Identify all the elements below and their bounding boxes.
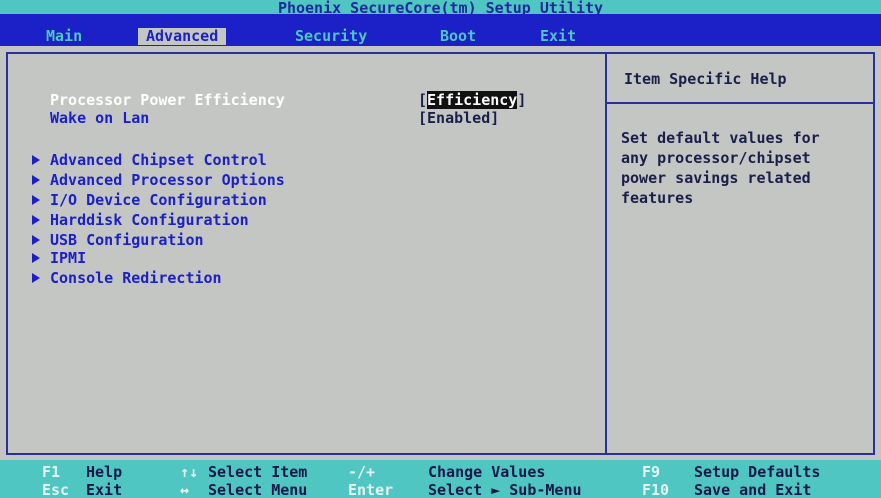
help-divider	[607, 102, 873, 104]
help-text: Set default values for any processor/chi…	[621, 129, 820, 207]
key-up-down: ↑↓	[180, 463, 199, 481]
submenu-arrow-icon	[32, 253, 40, 263]
bracket-open: [	[418, 91, 428, 109]
key-esc: Esc	[42, 481, 70, 498]
submenu-console-redirection[interactable]: Console Redirection	[32, 268, 222, 288]
submenu-arrow-icon	[32, 273, 40, 283]
key-legend-bar: F1 Help ↑↓ Select Item -/+ Change Values…	[0, 460, 881, 498]
submenu-usb-configuration[interactable]: USB Configuration	[32, 230, 204, 250]
key-f1: F1	[42, 463, 61, 481]
key-f1-desc: Help	[86, 463, 123, 481]
key-f9: F9	[642, 463, 661, 481]
submenu-label: I/O Device Configuration	[50, 191, 267, 209]
key-minus-plus: -/+	[348, 463, 376, 481]
menu-advanced[interactable]: Advanced	[138, 28, 227, 45]
key-f9-desc: Setup Defaults	[694, 463, 821, 481]
setting-value[interactable]: [Enabled]	[418, 108, 499, 128]
menu-exit[interactable]: Exit	[540, 28, 576, 45]
submenu-io-device-configuration[interactable]: I/O Device Configuration	[32, 190, 267, 210]
submenu-label: Advanced Chipset Control	[50, 151, 267, 169]
submenu-advanced-processor-options[interactable]: Advanced Processor Options	[32, 170, 285, 190]
key-enter-desc: Select ► Sub-Menu	[428, 481, 582, 498]
panel-divider	[605, 54, 607, 453]
submenu-arrow-icon	[32, 215, 40, 225]
submenu-label: Advanced Processor Options	[50, 171, 285, 189]
submenu-label: Console Redirection	[50, 269, 222, 287]
setting-label: Processor Power Efficiency	[50, 91, 285, 109]
bracket-close: ]	[490, 109, 500, 127]
selected-value[interactable]: Efficiency	[427, 91, 518, 109]
value-text: Enabled	[427, 109, 491, 127]
key-left-right-desc: Select Menu	[208, 481, 308, 498]
menu-bar: Main Advanced Security Boot Exit	[0, 14, 881, 46]
key-minus-plus-desc: Change Values	[428, 463, 546, 481]
submenu-label: USB Configuration	[50, 231, 204, 249]
key-up-down-desc: Select Item	[208, 463, 308, 481]
menu-boot[interactable]: Boot	[440, 28, 476, 45]
submenu-arrow-icon	[32, 155, 40, 165]
submenu-harddisk-configuration[interactable]: Harddisk Configuration	[32, 210, 249, 230]
key-esc-desc: Exit	[86, 481, 123, 498]
main-panel: Processor Power Efficiency [Efficiency] …	[6, 52, 875, 455]
setting-wake-on-lan[interactable]: Wake on Lan [Enabled]	[50, 108, 499, 128]
setting-processor-power-efficiency[interactable]: Processor Power Efficiency [Efficiency]	[50, 90, 526, 110]
key-left-right: ↔	[180, 481, 190, 498]
window-title: Phoenix SecureCore(tm) Setup Utility	[0, 0, 881, 16]
submenu-label: Harddisk Configuration	[50, 211, 249, 229]
key-f10-desc: Save and Exit	[694, 481, 812, 498]
menu-security[interactable]: Security	[295, 28, 367, 45]
submenu-label: IPMI	[50, 249, 87, 267]
bracket-close: ]	[517, 91, 527, 109]
submenu-arrow-icon	[32, 175, 40, 185]
submenu-arrow-icon	[32, 195, 40, 205]
menu-main[interactable]: Main	[46, 28, 82, 45]
submenu-advanced-chipset-control[interactable]: Advanced Chipset Control	[32, 150, 267, 170]
help-title: Item Specific Help	[624, 70, 787, 88]
setting-label: Wake on Lan	[50, 109, 150, 127]
key-f10: F10	[642, 481, 670, 498]
key-enter: Enter	[348, 481, 394, 498]
bracket-open: [	[418, 109, 428, 127]
submenu-arrow-icon	[32, 235, 40, 245]
setting-value[interactable]: [Efficiency]	[418, 90, 526, 110]
submenu-ipmi[interactable]: IPMI	[32, 248, 86, 268]
